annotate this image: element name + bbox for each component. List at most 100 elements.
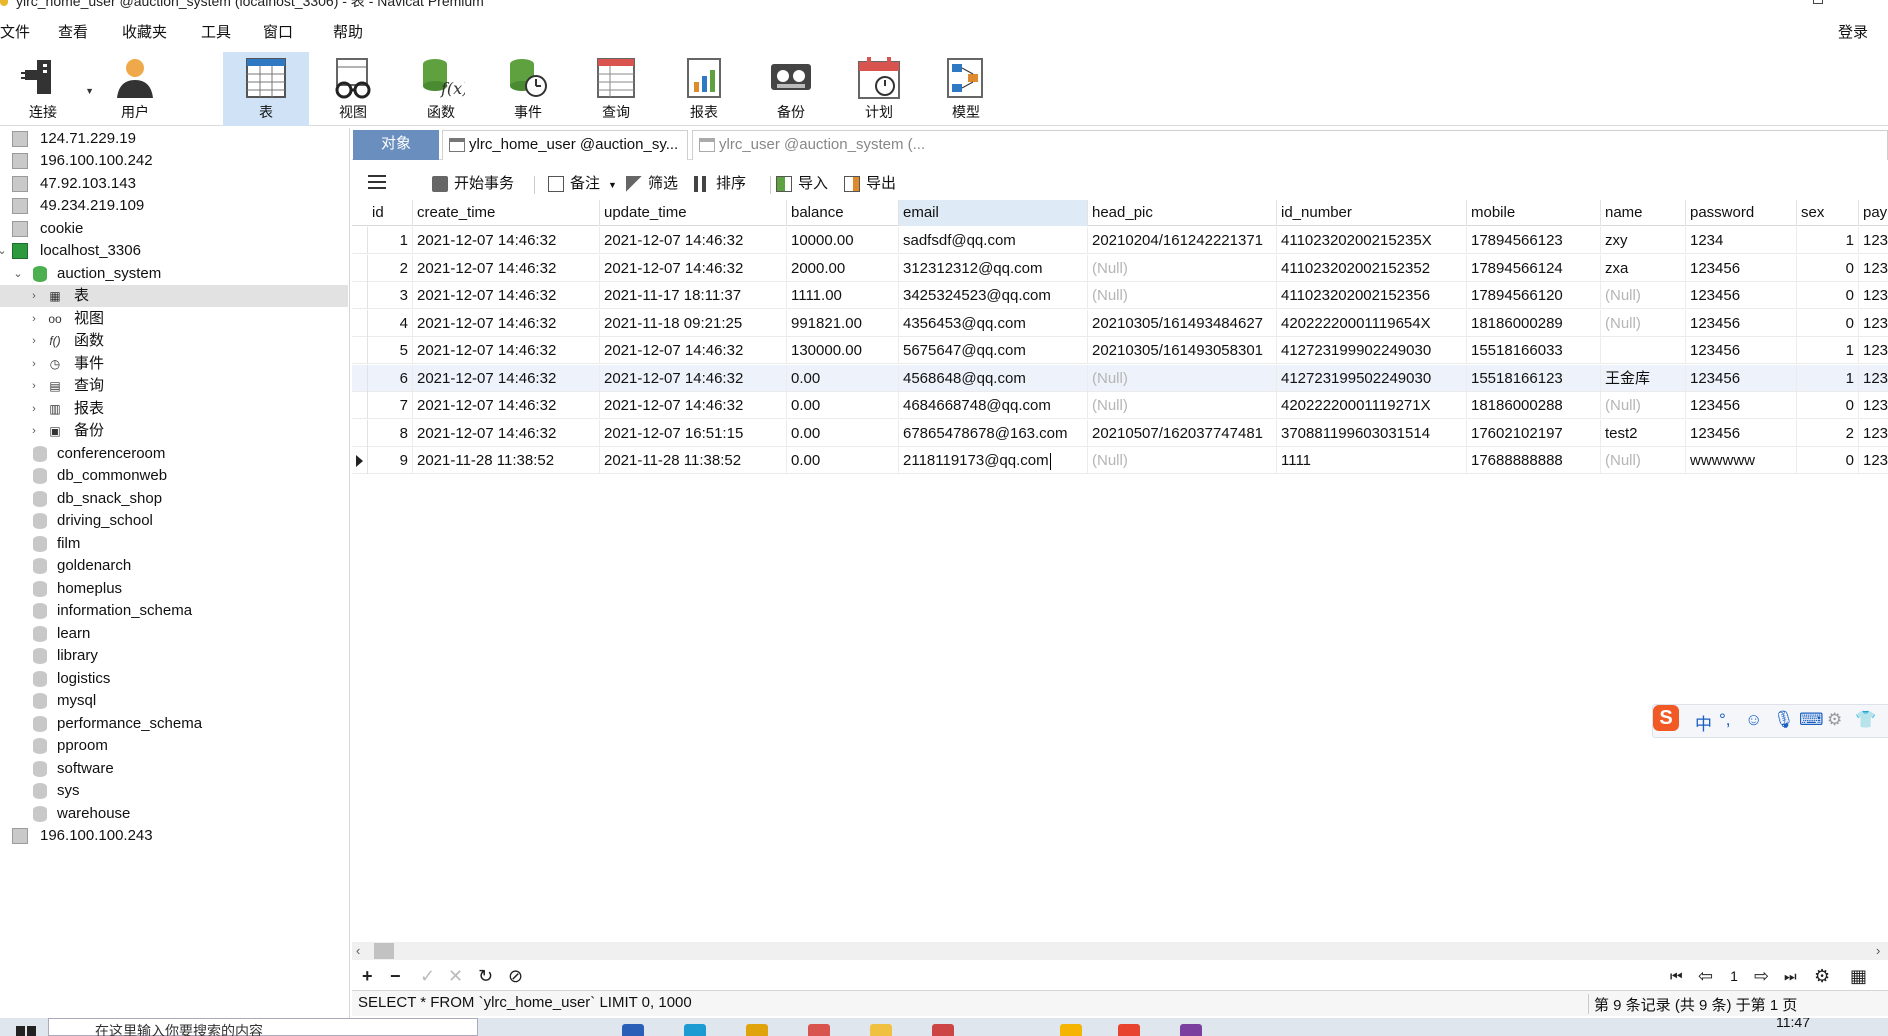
tree-connection[interactable]: 196.100.100.243	[0, 825, 348, 847]
settings-icon[interactable]: ⚙	[1827, 710, 1842, 730]
toolbar-model-button[interactable]: 模型	[923, 52, 1009, 126]
grid-cell-create_time[interactable]: 2021-12-07 14:46:32	[413, 227, 600, 254]
grid-cell-password[interactable]: 123456	[1686, 364, 1797, 392]
column-header[interactable]: name	[1601, 200, 1686, 226]
skin-shirt-icon[interactable]: 👕	[1855, 710, 1876, 730]
grid-cell-password[interactable]: 123456	[1686, 419, 1797, 447]
grid-cell-balance[interactable]: 0.00	[787, 392, 899, 419]
grid-cell-update_time[interactable]: 2021-11-18 09:21:25	[600, 309, 787, 337]
taskbar-app-icon[interactable]	[684, 1024, 706, 1036]
grid-cell-id[interactable]: 7	[368, 392, 413, 419]
grid-cell-create_time[interactable]: 2021-12-07 14:46:32	[413, 254, 600, 282]
chevron-right-icon[interactable]: ›	[28, 308, 40, 330]
grid-cell-balance[interactable]: 1111.00	[787, 282, 899, 309]
grid-cell-name[interactable]: (Null)	[1601, 447, 1686, 474]
table-row[interactable]: 8 2021-12-07 14:46:32 2021-12-07 16:51:15 0…	[352, 419, 1888, 447]
grid-cell-head_pic[interactable]: (Null)	[1088, 364, 1277, 392]
grid-cell-pay[interactable]: 123	[1859, 227, 1888, 254]
column-header[interactable]: create_time	[413, 200, 600, 226]
grid-cell-mobile[interactable]: 18186000288	[1467, 392, 1601, 419]
grid-cell-name[interactable]: zxy	[1601, 227, 1686, 254]
sort-button[interactable]: 排序	[694, 173, 746, 195]
grid-cell-create_time[interactable]: 2021-12-07 14:46:32	[413, 282, 600, 309]
table-row[interactable]: 2 2021-12-07 14:46:32 2021-12-07 14:46:32 2…	[352, 254, 1888, 282]
grid-cell-name[interactable]: zxa	[1601, 254, 1686, 282]
grid-cell-email[interactable]: 67865478678@163.com	[899, 419, 1088, 447]
toolbar-view-button[interactable]: 视图	[310, 52, 396, 126]
grid-cell-sex[interactable]: 0	[1797, 447, 1859, 474]
menu-favorites[interactable]: 收藏夹	[122, 21, 167, 42]
toolbar-user-button[interactable]: 用户	[92, 52, 178, 126]
grid-cell-pay[interactable]: 123	[1859, 365, 1888, 392]
row-header[interactable]	[352, 447, 368, 474]
column-header[interactable]: sex	[1797, 200, 1859, 226]
menu-file[interactable]: 文件	[0, 21, 30, 42]
grid-cell-pay[interactable]: 123	[1859, 392, 1888, 419]
chevron-right-icon[interactable]: ›	[28, 353, 40, 375]
grid-cell-create_time[interactable]: 2021-12-07 14:46:32	[413, 337, 600, 364]
grid-cell-balance[interactable]: 991821.00	[787, 309, 899, 337]
grid-cell-update_time[interactable]: 2021-12-07 14:46:32	[600, 392, 787, 419]
row-header[interactable]	[352, 337, 368, 364]
tree-db[interactable]: mysql	[0, 690, 348, 712]
grid-view-icon[interactable]: ▦	[1850, 965, 1867, 987]
tree-db[interactable]: performance_schema	[0, 713, 348, 735]
grid-cell-email[interactable]: 4356453@qq.com	[899, 309, 1088, 337]
grid-cell-balance[interactable]: 0.00	[787, 419, 899, 447]
toolbar-report-button[interactable]: 报表	[661, 52, 747, 126]
column-header[interactable]: pay	[1859, 200, 1888, 226]
taskbar-search-input[interactable]: 在这里输入你要搜索的内容	[48, 1018, 478, 1036]
scroll-right-icon[interactable]: ›	[1876, 942, 1880, 960]
grid-cell-name[interactable]	[1601, 337, 1686, 364]
grid-cell-head_pic[interactable]: 20210305/161493058301	[1088, 337, 1277, 364]
chevron-right-icon[interactable]: ›	[28, 420, 40, 442]
grid-cell-mobile[interactable]: 15518166033	[1467, 337, 1601, 364]
grid-cell-create_time[interactable]: 2021-11-28 11:38:52	[413, 447, 600, 474]
grid-cell-mobile[interactable]: 17894566120	[1467, 282, 1601, 309]
scroll-thumb[interactable]	[374, 943, 394, 959]
grid-cell-id[interactable]: 9	[368, 447, 413, 474]
tree-queries[interactable]: › ▤ 查询	[0, 375, 348, 397]
table-row[interactable]: 6 2021-12-07 14:46:32 2021-12-07 14:46:32 0…	[352, 364, 1888, 392]
grid-cell-pay[interactable]: 123	[1859, 337, 1888, 364]
grid-cell-email[interactable]: 3425324523@qq.com	[899, 282, 1088, 309]
grid-cell-head_pic[interactable]: (Null)	[1088, 254, 1277, 282]
refresh-icon[interactable]: ↻	[478, 965, 493, 987]
grid-cell-pay[interactable]: 123	[1859, 447, 1888, 474]
menu-hamburger-icon[interactable]	[368, 175, 386, 189]
grid-cell-id_number[interactable]: 42022220001119271X	[1277, 392, 1467, 419]
grid-cell-id[interactable]: 3	[368, 282, 413, 309]
discard-x-icon[interactable]: ✕	[448, 965, 463, 987]
grid-cell-update_time[interactable]: 2021-12-07 14:46:32	[600, 227, 787, 254]
column-header[interactable]: head_pic	[1088, 200, 1277, 226]
row-header[interactable]	[352, 392, 368, 419]
grid-cell-sex[interactable]: 0	[1797, 254, 1859, 282]
table-row[interactable]: 5 2021-12-07 14:46:32 2021-12-07 14:46:32 1…	[352, 337, 1888, 364]
grid-cell-head_pic[interactable]: 20210305/161493484627	[1088, 309, 1277, 337]
column-header[interactable]: id	[368, 200, 413, 226]
grid-cell-id_number[interactable]: 370881199603031514	[1277, 419, 1467, 447]
tree-backups[interactable]: › ▣ 备份	[0, 420, 348, 442]
grid-cell-id_number[interactable]: 411023202002152352	[1277, 254, 1467, 282]
grid-cell-balance[interactable]: 0.00	[787, 364, 899, 392]
column-header[interactable]: email	[899, 200, 1088, 226]
chevron-right-icon[interactable]: ›	[28, 285, 40, 307]
grid-cell-name[interactable]: test2	[1601, 419, 1686, 447]
grid-cell-balance[interactable]: 130000.00	[787, 337, 899, 364]
tree-db[interactable]: driving_school	[0, 510, 348, 532]
last-page-icon[interactable]: ⏭	[1784, 965, 1797, 987]
grid-cell-name[interactable]: 王金库	[1601, 364, 1686, 392]
punctuation-icon[interactable]: °,	[1719, 710, 1731, 730]
grid-cell-balance[interactable]: 0.00	[787, 447, 899, 474]
grid-cell-sex[interactable]: 0	[1797, 392, 1859, 419]
grid-cell-balance[interactable]: 2000.00	[787, 254, 899, 282]
tree-events[interactable]: › ◷ 事件	[0, 353, 348, 375]
menu-window[interactable]: 窗口	[263, 21, 293, 42]
tree-connection[interactable]: 49.234.219.109	[0, 195, 348, 217]
column-header[interactable]: mobile	[1467, 200, 1601, 226]
grid-cell-sex[interactable]: 0	[1797, 309, 1859, 337]
grid-cell-email[interactable]: 4684668748@qq.com	[899, 392, 1088, 419]
grid-cell-sex[interactable]: 0	[1797, 282, 1859, 309]
tree-tables[interactable]: › ▦ 表	[0, 285, 348, 307]
toolbar-event-button[interactable]: 事件	[485, 52, 571, 126]
